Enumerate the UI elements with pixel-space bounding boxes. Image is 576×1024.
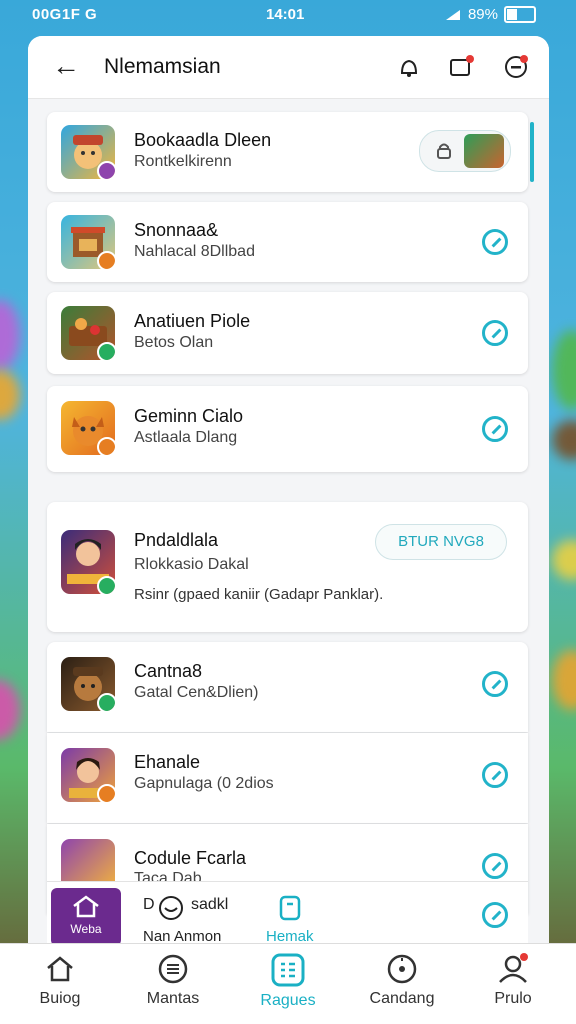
scrollbar[interactable] (530, 122, 534, 182)
back-arrow-icon[interactable]: ← (52, 52, 80, 80)
bottom-navigation: Buiog Mantas Ragues Candang Prulo (0, 943, 576, 1024)
nav-item-profile[interactable]: Prulo (463, 952, 563, 1008)
item-description: Rsinr (gpaed kaniir (Gadapr Panklar). (134, 586, 384, 603)
badge-icon (97, 576, 115, 594)
home-tile[interactable]: Weba (51, 888, 121, 946)
toggle-pill[interactable] (419, 130, 511, 172)
check-circle-icon[interactable] (482, 229, 508, 255)
featured-card[interactable]: Pndaldlala Rlokkasio Dakal Rsinr (gpaed … (47, 502, 528, 632)
check-circle-icon[interactable] (482, 762, 508, 788)
item-name: Bookaadla Dleen (134, 130, 272, 150)
status-time: 14:01 (266, 6, 305, 23)
nav-label: Candang (369, 990, 435, 1007)
game-thumbnail (61, 401, 115, 455)
badge-icon (97, 161, 115, 179)
item-name: Codule Fcarla (134, 848, 247, 868)
item-subtitle: Nahlacal 8Dllbad (134, 243, 255, 260)
item-name: Snonnaa& (134, 220, 219, 240)
pill-thumbnail (464, 134, 504, 168)
item-subtitle: Gapnulaga (0 2dios (134, 775, 274, 792)
game-thumbnail (61, 530, 115, 594)
background-blob (552, 330, 576, 410)
nav-label: Ragues (260, 992, 316, 1009)
background-blob (552, 420, 576, 460)
status-right: 89% (444, 6, 536, 23)
game-thumbnail (61, 657, 115, 711)
mini-label-a: D (143, 896, 155, 913)
nav-item-grid[interactable]: Ragues (238, 952, 338, 1010)
game-thumbnail (61, 215, 115, 269)
background-blob (0, 300, 20, 370)
grid-icon (271, 953, 305, 987)
badge-icon (97, 251, 115, 269)
item-subtitle: Betos Olan (134, 334, 214, 351)
item-subtitle: Rlokkasio Dakal (134, 556, 249, 573)
check-circle-icon[interactable] (482, 671, 508, 697)
item-subtitle: Gatal Cen&Dlien) (134, 684, 259, 701)
battery-icon (504, 6, 536, 23)
smile-icon (159, 896, 183, 920)
profile-status-icon[interactable] (503, 54, 529, 80)
background-blob (552, 650, 576, 710)
check-circle-icon[interactable] (482, 902, 508, 928)
item-name: Pndaldlala (134, 530, 219, 550)
featured-action-button[interactable]: BTUR NVG8 (375, 524, 507, 560)
background-blob (552, 540, 576, 580)
list-item[interactable]: Geminn Cialo Astlaala Dlang (47, 386, 528, 472)
main-panel: ← Nlemamsian Bookaadla Dleen Rontkelkire… (28, 36, 549, 1024)
nav-item-compass[interactable]: Candang (352, 952, 452, 1008)
signal-icon (445, 9, 460, 20)
home-tile-label: Weba (70, 922, 102, 936)
game-thumbnail (61, 306, 115, 360)
mini-player-bar[interactable]: Weba D sadkl Nan Anmon Hemak (47, 881, 528, 948)
check-circle-icon[interactable] (482, 320, 508, 346)
nav-item-home[interactable]: Buiog (10, 952, 110, 1008)
check-circle-icon[interactable] (482, 853, 508, 879)
game-thumbnail (61, 125, 115, 179)
badge-icon (97, 693, 115, 711)
battery-percent: 89% (467, 6, 498, 23)
item-name: Geminn Cialo (134, 406, 244, 426)
status-left-text: 00G1F G (32, 6, 98, 23)
compass-icon (387, 954, 417, 984)
list-item[interactable]: Bookaadla Dleen Rontkelkirenn (47, 112, 528, 192)
user-icon (499, 953, 528, 983)
background-blob (0, 370, 20, 420)
list-item[interactable]: Ehanale Gapnulaga (0 2dios (47, 733, 528, 823)
page-title: Nlemamsian (104, 55, 221, 78)
house-icon (73, 895, 99, 918)
list-item[interactable]: Anatiuen Piole Betos Olan (47, 292, 528, 374)
item-name: Cantna8 (134, 661, 203, 681)
home-icon (47, 956, 73, 982)
item-name: Anatiuen Piole (134, 311, 251, 331)
badge-icon (97, 437, 115, 455)
check-circle-icon[interactable] (482, 416, 508, 442)
item-subtitle: Rontkelkirenn (134, 153, 232, 170)
message-icon[interactable] (448, 54, 474, 80)
mini-label-b: sadkl (191, 896, 229, 913)
nav-label: Prulo (494, 990, 532, 1007)
item-name: Ehanale (134, 752, 201, 772)
nav-item-menu[interactable]: Mantas (123, 952, 223, 1008)
item-subtitle: Astlaala Dlang (134, 429, 238, 446)
badge-icon (97, 342, 115, 360)
list-item[interactable]: Snonnaa& Nahlacal 8Dllbad (47, 202, 528, 282)
game-thumbnail (61, 748, 115, 802)
badge-icon (97, 784, 115, 802)
list-item[interactable]: Cantna8 Gatal Cen&Dlien) (47, 642, 528, 732)
menu-icon (158, 954, 188, 984)
background-blob (0, 680, 20, 740)
notification-bell-icon[interactable] (396, 54, 422, 80)
lock-icon (437, 143, 451, 159)
bookmark-icon[interactable] (277, 894, 303, 924)
nav-label: Mantas (146, 990, 200, 1007)
app-header: ← Nlemamsian (28, 36, 549, 99)
status-bar: 00G1F G 14:01 89% (0, 0, 576, 30)
nav-label: Buiog (39, 990, 81, 1007)
